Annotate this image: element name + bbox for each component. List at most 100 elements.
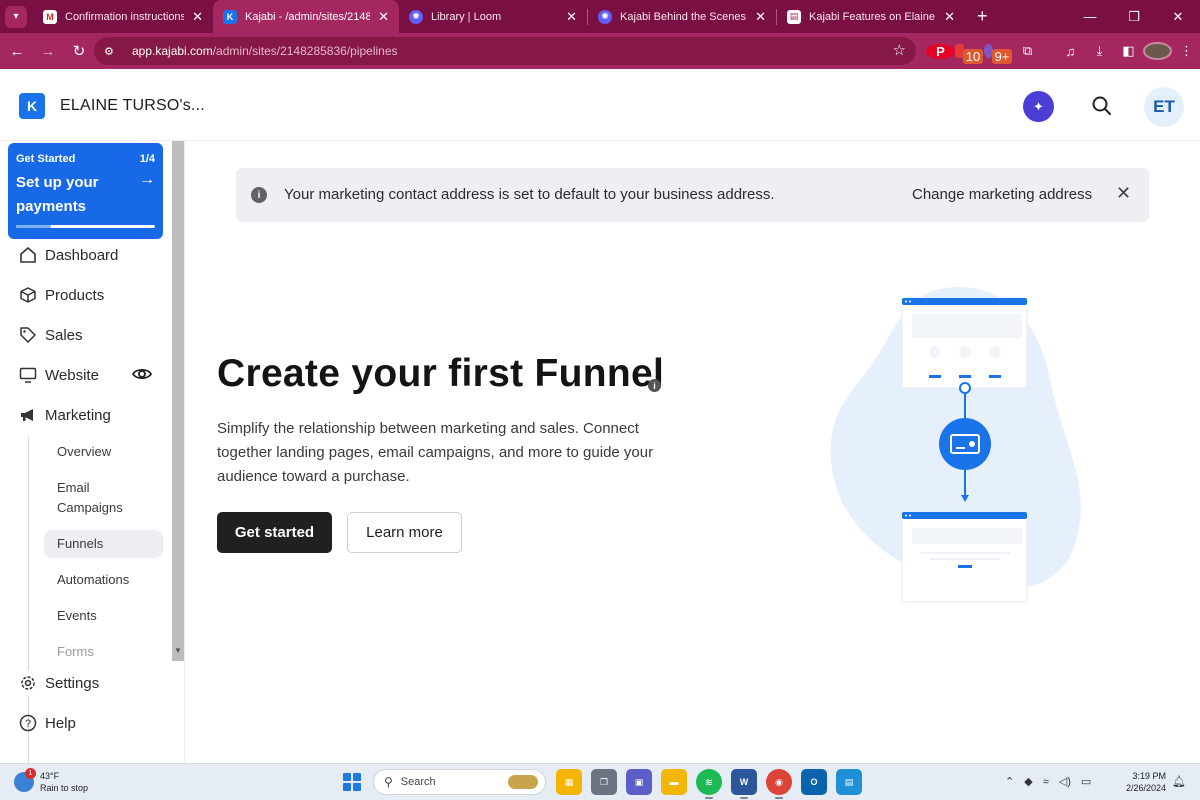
address-bar[interactable]: ⚙ app.kajabi.com/admin/sites/2148285836/… [94,37,916,65]
scroll-down-icon[interactable]: ▼ [174,646,182,655]
new-tab-button[interactable]: + [977,6,988,27]
search-highlight-icon [508,775,538,789]
submenu-item-forms[interactable]: Forms [57,642,94,662]
sidebar-item-marketing[interactable]: Marketing [18,402,111,428]
sidebar-scrollbar[interactable] [172,141,184,661]
extension-icon-2[interactable]: 9+ [984,44,1013,64]
kajabi-icon: K [223,9,237,24]
windows-start-icon[interactable] [343,773,361,791]
alert-message: Your marketing contact address is set to… [284,186,775,203]
puzzle-extensions-icon[interactable]: ⧉ [1013,43,1042,59]
close-window-icon[interactable]: ✕ [1156,9,1200,25]
profile-avatar[interactable] [1143,42,1172,60]
submenu-item-email-campaigns[interactable]: Email Campaigns [57,478,147,518]
notification-bell-icon[interactable]: 🔔︎ [1172,775,1186,788]
extension-icon-1[interactable]: 10 [955,44,984,64]
sidebar-item-label: Website [45,366,99,384]
download-icon[interactable]: ⤓ [1085,43,1114,59]
learn-more-button[interactable]: Learn more [347,512,462,553]
bookmark-star-icon[interactable]: ☆ [893,41,906,59]
media-controls-icon[interactable]: ♫ [1056,44,1085,59]
weather-widget[interactable]: 1 43°F Rain to stop [14,768,89,794]
dropbox-icon[interactable]: ◆ [1024,775,1032,788]
gmail-icon: M [43,9,57,24]
funnel-illustration [830,286,1081,603]
calendar-app-icon[interactable]: ▤ [836,769,862,795]
sidebar-item-help[interactable]: ? Help [18,710,76,736]
sidebar-item-label: Dashboard [45,246,119,264]
sparkle-icon: ✦ [1033,98,1044,114]
submenu-item-overview[interactable]: Overview [57,442,111,462]
sidebar-item-products[interactable]: Products [18,282,104,308]
tab-loom-library[interactable]: ✺ Library | Loom ✕ [399,0,587,33]
app-store-icon[interactable]: ▦ [556,769,582,795]
tab-kajabi[interactable]: K Kajabi - /admin/sites/21482858 ✕ [213,0,399,33]
tab-loom-demo[interactable]: ✺ Kajabi Behind the Scenes Demo ✕ [588,0,776,33]
word-icon[interactable]: W [731,769,757,799]
side-panel-icon[interactable]: ◧ [1114,43,1143,59]
info-icon: i [251,187,267,203]
submenu-item-events[interactable]: Events [57,606,97,626]
site-name[interactable]: ELAINE TURSO's... [60,97,205,115]
site-info-icon[interactable]: ⚙ [104,45,122,58]
chevron-up-icon[interactable]: ⌃ [1005,775,1014,788]
tab-search-button[interactable]: ▾ [5,5,27,28]
submenu-item-funnels[interactable]: Funnels [57,534,103,554]
sidebar-item-website[interactable]: Website [18,362,99,388]
back-icon[interactable]: ← [3,43,31,60]
reload-icon[interactable]: ↻ [65,42,93,60]
url-text: app.kajabi.com/admin/sites/2148285836/pi… [132,44,398,58]
tab-title: Confirmation instructions - you [65,10,185,23]
close-tab-icon[interactable]: ✕ [192,9,203,25]
system-clock[interactable]: 3:19 PM 2/26/2024 [1118,770,1166,794]
wifi-icon[interactable]: ≈ [1043,776,1049,788]
tab-title: Kajabi - /admin/sites/21482858 [245,10,371,23]
extension-badge: 9+ [991,48,1012,64]
eye-icon[interactable] [131,363,153,385]
gear-icon [18,673,38,693]
close-tab-icon[interactable]: ✕ [378,9,389,25]
weather-badge: 1 [25,768,36,779]
volume-icon[interactable]: ◁) [1059,775,1071,788]
minimize-icon[interactable]: — [1068,9,1112,24]
teams-icon[interactable]: ▣ [626,769,652,795]
weather-icon: 1 [14,768,36,792]
clock-date: 2/26/2024 [1125,783,1166,793]
pinterest-icon[interactable]: P [926,43,955,59]
outlook-icon[interactable]: O [801,769,827,795]
get-started-card[interactable]: Get Started 1/4 Set up your payments → [8,143,163,239]
maximize-icon[interactable]: ❐ [1112,9,1156,25]
change-marketing-address-link[interactable]: Change marketing address [912,186,1092,203]
chrome-icon[interactable]: ◉ [766,769,792,799]
question-icon: ? [18,713,38,733]
tag-icon [18,325,38,345]
info-icon[interactable]: i [648,379,661,392]
sidebar-item-settings[interactable]: Settings [18,670,168,696]
menu-dots-icon[interactable]: ⋮ [1172,43,1200,59]
sidebar-item-sales[interactable]: Sales [18,322,83,348]
tab-kajabi-features[interactable]: ▤ Kajabi Features on Elaine And I ✕ [777,0,965,33]
kajabi-logo[interactable]: K [19,93,45,119]
forward-icon[interactable]: → [34,43,62,60]
home-icon [18,245,38,265]
close-alert-icon[interactable]: ✕ [1116,183,1131,204]
close-tab-icon[interactable]: ✕ [944,9,955,25]
submenu-item-automations[interactable]: Automations [57,570,129,590]
battery-icon[interactable]: ▭ [1081,775,1091,788]
file-explorer-icon[interactable]: ▬ [661,769,687,795]
megaphone-icon [18,405,38,425]
close-tab-icon[interactable]: ✕ [566,9,577,25]
search-icon[interactable] [1090,94,1114,118]
spotify-icon[interactable]: ≋ [696,769,722,799]
tab-gmail[interactable]: M Confirmation instructions - you ✕ [33,0,213,33]
browser-tab-bar: ▾ M Confirmation instructions - you ✕ K … [0,0,1200,33]
weather-description: Rain to stop [40,783,89,793]
close-tab-icon[interactable]: ✕ [755,9,766,25]
ai-assistant-button[interactable]: ✦ [1023,91,1054,122]
sidebar-item-dashboard[interactable]: Dashboard [18,242,118,268]
get-started-button[interactable]: Get started [217,512,332,553]
search-icon: ⚲ [384,775,393,789]
task-view-icon[interactable]: ❐ [591,769,617,795]
user-avatar[interactable]: ET [1144,87,1184,127]
taskbar-search[interactable]: ⚲ Search [373,769,546,795]
